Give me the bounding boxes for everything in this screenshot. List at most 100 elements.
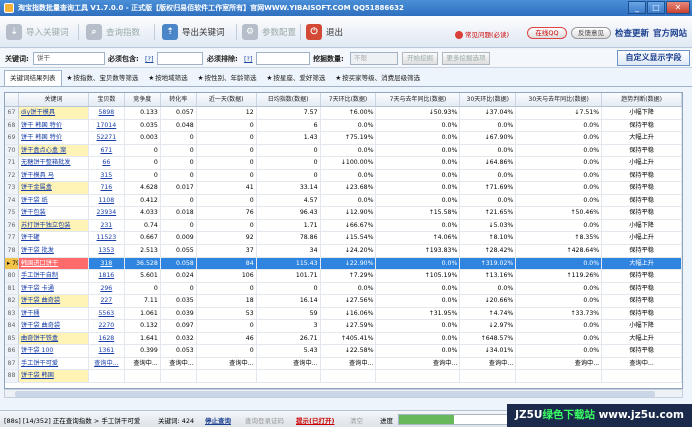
table-row[interactable]: 85 曲奇饼干铁盒 1628 1.641 0.032 46 26.71 ↑405.41% 0.0… bbox=[5, 332, 682, 346]
table-row[interactable]: 69 饼干 韩国 特价 52271 0.003 0 0 1.43 ↑75.19% 0.0% ↓67… bbox=[5, 132, 682, 145]
tab-gender-age-filter[interactable]: ★按性别、年龄筛选 bbox=[193, 71, 262, 86]
table-row[interactable]: 87 手工饼干可爱 查询中... 查询中... 查询中... 查询中... 查询中... 查询… bbox=[5, 357, 682, 371]
maximize-button[interactable]: □ bbox=[647, 1, 665, 14]
table-row[interactable]: 84 饼干袋 曲奇袋 2270 0.132 0.097 0 3 ↓27.59% 0.0% ↓2.9… bbox=[5, 320, 682, 333]
items-cell[interactable]: 23934 bbox=[89, 207, 125, 219]
official-site-link[interactable]: 官方网站 bbox=[653, 27, 687, 39]
items-cell[interactable]: 671 bbox=[89, 144, 125, 157]
table-row[interactable]: 70 饼干盒点心盒 案 671 0 0 0 0 0.0% 0.0% 0.0% 0.0% 保持平稳 bbox=[5, 144, 682, 158]
tab-buyer-level-filter[interactable]: ★按买家等级、消费层级筛选 bbox=[330, 71, 425, 86]
feedback-button[interactable]: 反馈意见 bbox=[571, 27, 611, 39]
start-dig-button[interactable]: 开始挖掘 bbox=[402, 52, 438, 65]
horizontal-scrollbar[interactable] bbox=[4, 389, 683, 398]
items-cell[interactable]: 231 bbox=[89, 219, 125, 232]
keyword-cell[interactable]: 饼干模具 马 bbox=[19, 169, 89, 182]
table-row[interactable]: 81 饼干袋 卡通 296 0 0 0 0 0.0% 0.0% 0.0% 0.0% 保持平稳 bbox=[5, 282, 682, 296]
keyword-cell[interactable]: 饼干袋 批发 bbox=[19, 245, 89, 257]
table-row[interactable]: 67 diy饼干模具 5898 0.133 0.057 12 7.57 ↑6.00% ↓50.9… bbox=[5, 107, 682, 120]
items-cell[interactable]: 227 bbox=[89, 295, 125, 307]
custom-fields-button[interactable]: 自定义显示字段 bbox=[617, 50, 690, 66]
more-dig-options-button[interactable]: 更多挖掘选项 bbox=[442, 52, 490, 65]
keyword-cell[interactable]: 韩国进口饼干 bbox=[18, 257, 89, 270]
keyword-cell[interactable]: 手工饼干自制 bbox=[19, 270, 89, 282]
tab-index-filter[interactable]: ★按指数、宝贝数等筛选 bbox=[62, 71, 144, 86]
keyword-cell[interactable]: 饼干袋 纸 bbox=[19, 194, 89, 207]
table-row[interactable]: 88 饼干袋 韩国 bbox=[5, 370, 682, 384]
table-row[interactable]: 77 饼干罐 11523 0.667 0.009 92 78.86 ↓15.54% ↑4.06%… bbox=[5, 232, 682, 246]
faq-link[interactable]: 常见问题(必读) bbox=[455, 29, 509, 39]
keyword-cell[interactable]: 饼干袋 100 bbox=[19, 345, 89, 357]
table-row[interactable]: 68 饼干 韩国 特价 17014 0.035 0.048 0 6 0.0% 0.0% 0.0% 0… bbox=[5, 119, 682, 133]
close-button[interactable]: ✕ bbox=[666, 1, 690, 14]
stop-query-button[interactable]: 停止查询 bbox=[205, 415, 231, 425]
check-update-link[interactable]: 检查更新 bbox=[615, 27, 649, 39]
header-avg-index[interactable]: 日均指数(数据) bbox=[257, 93, 321, 106]
header-keyword[interactable]: 关键词 bbox=[19, 93, 89, 106]
keyword-cell[interactable]: 无糖饼干整箱批发 bbox=[19, 157, 89, 169]
table-row[interactable]: 82 饼干袋 曲奇袋 227 7.11 0.035 18 16.14 ↓27.56% 0.0% ↓… bbox=[5, 295, 682, 308]
keyword-cell[interactable]: 苏打饼干独立包装 bbox=[18, 219, 89, 232]
items-cell[interactable]: 1816 bbox=[89, 270, 125, 282]
exclude-input[interactable] bbox=[256, 52, 310, 65]
table-row[interactable]: 83 饼干桶 5563 1.061 0.039 53 59 ↓16.06% ↑31.95% ↑4.… bbox=[5, 307, 682, 321]
items-cell[interactable]: 1361 bbox=[89, 345, 125, 357]
keyword-cell[interactable]: 饼干袋 曲奇袋 bbox=[19, 320, 89, 332]
scroll-thumb[interactable] bbox=[15, 391, 655, 397]
minimize-button[interactable]: _ bbox=[628, 1, 646, 14]
header-items[interactable]: 宝贝数 bbox=[89, 93, 125, 106]
keyword-cell[interactable]: 饼干 韩国 特价 bbox=[19, 132, 89, 144]
items-cell[interactable]: 716 bbox=[89, 182, 125, 194]
table-row[interactable]: 72 饼干模具 马 315 0 0 0 0 0.0% 0.0% 0.0% 0.0% 保持平稳 bbox=[5, 169, 682, 183]
tab-zodiac-filter[interactable]: ★按星座、爱好筛选 bbox=[261, 71, 330, 86]
keyword-cell[interactable]: 饼干桶 bbox=[19, 307, 89, 320]
query-login-button[interactable]: 查询登录证码 bbox=[245, 415, 284, 425]
keyword-cell[interactable]: diy饼干模具 bbox=[18, 107, 89, 119]
table-row[interactable]: 78 饼干袋 批发 1353 2.513 0.055 37 34 ↓24.20% ↑193.83… bbox=[5, 245, 682, 258]
keyword-cell[interactable]: 饼干罐 bbox=[19, 232, 89, 245]
export-keyword-button[interactable]: ⇡ 导出关键词 bbox=[162, 22, 225, 42]
items-cell[interactable]: 1108 bbox=[89, 194, 125, 207]
items-cell[interactable]: 318 bbox=[89, 257, 125, 270]
keyword-cell[interactable]: 饼干盒点心盒 案 bbox=[18, 144, 89, 157]
items-cell[interactable]: 查询中... bbox=[89, 357, 125, 370]
tab-region-filter[interactable]: ★按地域筛选 bbox=[143, 71, 192, 86]
header-30day-ring[interactable]: 30天环比(数据) bbox=[460, 93, 517, 106]
items-cell[interactable]: 66 bbox=[89, 157, 125, 169]
tab-results[interactable]: 关键词结果列表 bbox=[4, 70, 62, 86]
header-competition[interactable]: 竞争度 bbox=[125, 93, 161, 106]
table-row[interactable]: 76 苏打饼干独立包装 231 0.74 0 0 1.71 ↓66.67% 0.0% ↓5.03%… bbox=[5, 219, 682, 233]
table-row[interactable]: 71 无糖饼干整箱批发 66 0 0 0 0 ↓100.00% 0.0% ↓64.86% 0.0% 小… bbox=[5, 157, 682, 170]
include-help-link[interactable]: [?] bbox=[145, 55, 154, 63]
header-conversion[interactable]: 转化率 bbox=[161, 93, 197, 106]
exclude-help-link[interactable]: [?] bbox=[244, 55, 253, 63]
keyword-cell[interactable]: 饼干 韩国 特价 bbox=[19, 119, 89, 132]
items-cell[interactable]: 2270 bbox=[89, 320, 125, 332]
items-cell[interactable]: 315 bbox=[89, 169, 125, 182]
header-trend[interactable]: 趋势判断(数据) bbox=[602, 93, 682, 106]
items-cell[interactable] bbox=[89, 370, 125, 383]
exit-button[interactable]: ⏻ 退出 bbox=[306, 22, 343, 42]
import-keyword-button[interactable]: ⇣ 导入关键词 bbox=[6, 22, 69, 42]
header-day[interactable]: 近一天(数据) bbox=[197, 93, 257, 106]
table-row[interactable]: 74 饼干袋 纸 1108 0.412 0 0 4.57 0.0% 0.0% 0.0% 0.0% 保持… bbox=[5, 194, 682, 208]
items-cell[interactable]: 52271 bbox=[89, 132, 125, 144]
items-cell[interactable]: 11523 bbox=[89, 232, 125, 245]
items-cell[interactable]: 17014 bbox=[89, 119, 125, 132]
header-30day-yoy[interactable]: 30天与去年同比(数据) bbox=[516, 93, 603, 106]
header-7day-ring[interactable]: 7天环比(数据) bbox=[321, 93, 377, 106]
items-cell[interactable]: 1628 bbox=[89, 332, 125, 345]
table-row[interactable]: 75 饼干包装 23934 4.033 0.018 76 96.43 ↓12.90% ↑15.5… bbox=[5, 207, 682, 220]
param-config-button[interactable]: ⚙ 参数配置 bbox=[242, 22, 296, 42]
keyword-cell[interactable]: 饼干袋 韩国 bbox=[18, 370, 89, 383]
include-input[interactable] bbox=[157, 52, 203, 65]
clear-button[interactable]: 清空 bbox=[350, 415, 363, 425]
keyword-cell[interactable]: 手工饼干可爱 bbox=[19, 357, 89, 370]
keyword-input[interactable]: 饼干 bbox=[33, 52, 105, 65]
table-row[interactable]: 73 饼干金属盒 716 4.628 0.017 41 33.14 ↓23.68% 0.0% ↑7… bbox=[5, 182, 682, 195]
keyword-cell[interactable]: 饼干包装 bbox=[19, 207, 89, 219]
table-row[interactable]: ▸ 79 韩国进口饼干 318 36.528 0.058 84 115.43 ↓22.90% 0… bbox=[5, 257, 682, 271]
keyword-cell[interactable]: 饼干袋 卡通 bbox=[19, 282, 89, 295]
hint-toggle[interactable]: 提示(已打开) bbox=[296, 415, 334, 425]
keyword-cell[interactable]: 饼干袋 曲奇袋 bbox=[18, 295, 89, 307]
keyword-cell[interactable]: 曲奇饼干铁盒 bbox=[18, 332, 89, 345]
